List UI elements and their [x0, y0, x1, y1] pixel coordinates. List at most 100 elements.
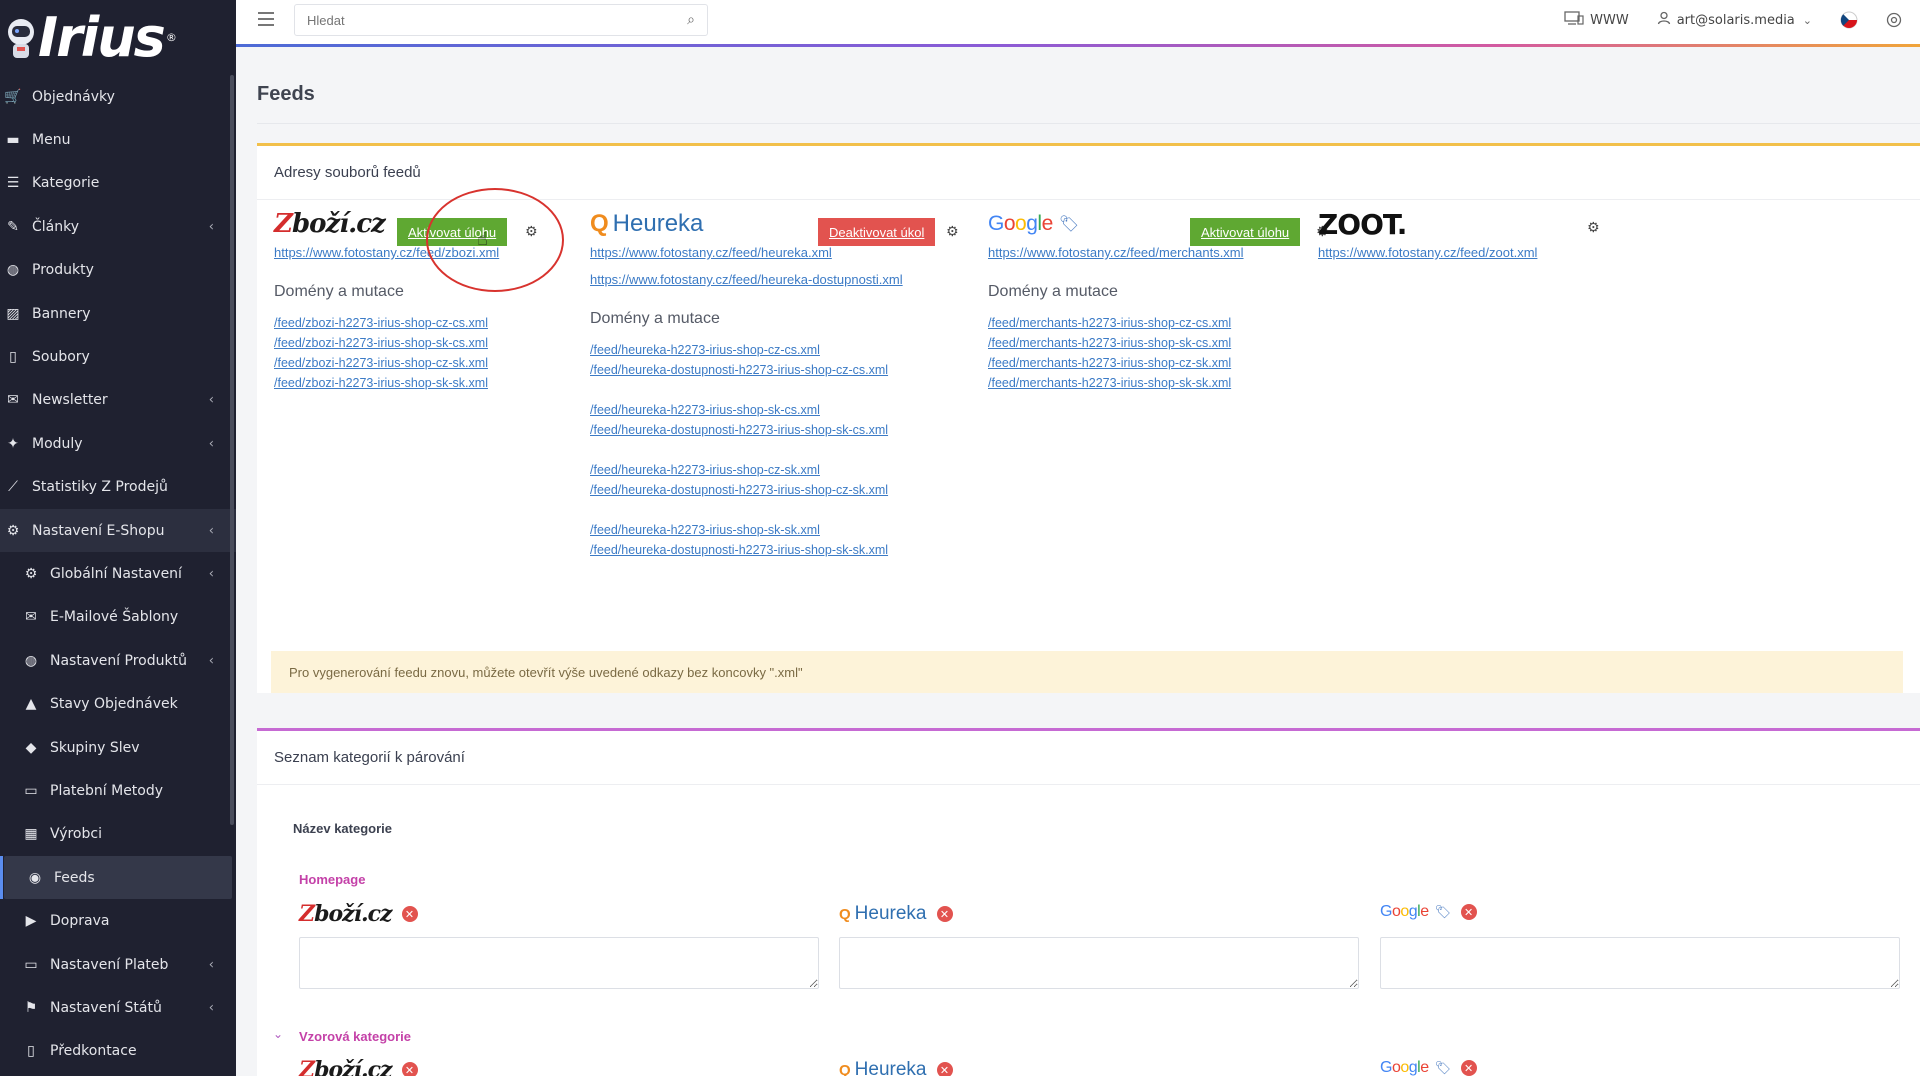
chevron-left-icon: ‹ [208, 566, 214, 582]
chevron-down-icon: ⌄ [1802, 13, 1812, 27]
mutation-feed-link[interactable]: /feed/heureka-h2273-irius-shop-sk-sk.xml [590, 520, 903, 540]
sidebar-item-objednavky[interactable]: 🛒 Objednávky [0, 75, 236, 118]
brand-logo[interactable]: Irius ® [0, 0, 236, 75]
sidebar-scrollbar[interactable] [230, 75, 234, 825]
sidebar-item-clanky[interactable]: ✎ Články ‹ [0, 205, 236, 248]
mutation-feed-link[interactable]: /feed/zbozi-h2273-irius-shop-cz-cs.xml [274, 313, 499, 333]
title-divider [257, 123, 1920, 124]
hamburger-menu-icon[interactable] [258, 12, 274, 26]
remove-zbozi-mapping-icon[interactable]: ✕ [401, 906, 418, 922]
sidebar-item-label: Globální Nastavení [50, 565, 182, 582]
sidebar-item-stavy-objednavek[interactable]: ▲ Stavy Objednávek [0, 682, 236, 725]
remove-google-mapping-icon[interactable]: ✕ [1460, 1060, 1477, 1076]
sidebar-item-e-mailove-sablony[interactable]: ✉ E-Mailové Šablony [0, 596, 236, 639]
google-domains-heading: Domény a mutace [988, 283, 1118, 300]
sidebar-item-nastaveni-plateb[interactable]: ▭ Nastavení Plateb ‹ [0, 943, 236, 986]
sidebar-item-feeds[interactable]: ◉ Feeds [0, 856, 232, 900]
mutation-feed-link[interactable]: /feed/heureka-dostupnosti-h2273-irius-sh… [590, 540, 903, 560]
logout-button[interactable] [1886, 12, 1902, 28]
sidebar-item-skupiny-slev[interactable]: ◆ Skupiny Slev [0, 726, 236, 769]
flag-icon: ⚑ [24, 999, 38, 1016]
mutation-feed-link[interactable]: /feed/heureka-h2273-irius-shop-sk-cs.xml [590, 400, 903, 420]
google-activate-button[interactable]: Aktivovat úlohu [1190, 218, 1301, 246]
heureka-deactivate-button[interactable]: Deaktivovat úkol [818, 218, 936, 246]
category-name-vzorova: Vzorová kategorie [299, 1029, 411, 1044]
remove-zbozi-mapping-icon[interactable]: ✕ [401, 1062, 418, 1076]
sidebar-item-predkontace[interactable]: ▯ Předkontace [0, 1030, 236, 1073]
logo-registered-mark: ® [165, 31, 177, 44]
heureka-availability-feed-url[interactable]: https://www.fotostany.cz/feed/heureka-do… [590, 269, 903, 290]
main-content: Feeds Adresy souborů feedů Zboží.cz http… [236, 47, 1920, 1076]
sidebar-item-kategorie[interactable]: ☰ Kategorie [0, 162, 236, 205]
mutation-feed-link[interactable]: /feed/heureka-h2273-irius-shop-cz-sk.xml [590, 460, 903, 480]
mutation-feed-link[interactable]: /feed/zbozi-h2273-irius-shop-sk-cs.xml [274, 333, 499, 353]
sidebar-item-label: Nastavení Plateb [50, 956, 169, 973]
sidebar-item-bannery[interactable]: ▨ Bannery [0, 292, 236, 335]
search-icon[interactable]: ⌕ [687, 12, 695, 28]
sidebar-item-label: Články [32, 218, 80, 235]
czech-flag-icon [1840, 11, 1858, 29]
www-link[interactable]: WWW [1564, 11, 1629, 29]
mutation-feed-link[interactable]: /feed/heureka-dostupnosti-h2273-irius-sh… [590, 480, 903, 500]
sidebar-item-vyrobci[interactable]: ▦ Výrobci [0, 813, 236, 856]
page-title: Feeds [257, 83, 315, 105]
chevron-left-icon: ‹ [208, 436, 214, 452]
sidebar-item-doprava[interactable]: ▶ Doprava [0, 899, 236, 942]
cogs-icon: ⚙ [6, 522, 20, 539]
sidebar-item-statistiky-z-prodeju[interactable]: ⟋ Statistiky Z Prodejů [0, 466, 236, 509]
power-icon [1886, 12, 1902, 28]
topbar-actions: WWW art@solaris.media ⌄ [1564, 0, 1920, 40]
sidebar-item-produkty[interactable]: ◍ Produkty [0, 249, 236, 292]
file-icon: ▯ [9, 349, 17, 366]
google-tag-icon: 🏷 [1434, 904, 1452, 919]
zoot-settings-gear-icon[interactable]: ⚙ [1587, 220, 1600, 236]
sidebar-item-soubory[interactable]: ▯ Soubory [0, 335, 236, 378]
topbar: ⌕ WWW art@solaris.media ⌄ [236, 0, 1920, 44]
folder-icon: ▬ [6, 132, 20, 149]
mutation-feed-link[interactable]: /feed/merchants-h2273-irius-shop-cz-sk.x… [988, 353, 1244, 373]
category-pairing-card: Seznam kategorií k párování Název katego… [257, 728, 1920, 1076]
mutation-feed-link[interactable]: /feed/merchants-h2273-irius-shop-sk-sk.x… [988, 373, 1244, 393]
zbozi-activate-button[interactable]: Aktivovat úlohu [397, 218, 508, 246]
search-box[interactable]: ⌕ [294, 4, 708, 36]
chevron-left-icon: ‹ [208, 1000, 214, 1016]
collapse-chevron-icon[interactable]: ⌄ [273, 1027, 283, 1041]
sidebar-item-menu[interactable]: ▬ Menu [0, 118, 236, 161]
remove-heureka-mapping-icon[interactable]: ✕ [936, 1062, 953, 1076]
zoot-logo: ZOOT. [1318, 207, 1407, 241]
remove-heureka-mapping-icon[interactable]: ✕ [936, 906, 953, 922]
zbozi-settings-gear-icon[interactable]: ⚙ [525, 224, 538, 240]
sidebar-item-nastaveni-e-shopu[interactable]: ⚙ Nastavení E-Shopu ‹ [0, 508, 236, 553]
zoot-feed-url[interactable]: https://www.fotostany.cz/feed/zoot.xml [1318, 242, 1537, 263]
heureka-settings-gear-icon[interactable]: ⚙ [946, 224, 959, 240]
sidebar-item-moduly[interactable]: ✦ Moduly ‹ [0, 422, 236, 465]
google-logo: Google 🏷 [1380, 903, 1452, 920]
sidebar-item-globalni-nastaveni[interactable]: ⚙ Globální Nastavení ‹ [0, 552, 236, 595]
sidebar-item-newsletter[interactable]: ✉ Newsletter ‹ [0, 379, 236, 422]
zoot-logo-row: ZOOT. [1318, 206, 1537, 242]
www-label: WWW [1590, 12, 1629, 28]
sidebar-item-label: Předkontace [50, 1043, 137, 1060]
sidebar-item-nastaveni-statu[interactable]: ⚑ Nastavení Států ‹ [0, 986, 236, 1029]
user-menu[interactable]: art@solaris.media ⌄ [1657, 11, 1812, 29]
mutation-feed-link[interactable]: /feed/merchants-h2273-irius-shop-sk-cs.x… [988, 333, 1244, 353]
sidebar-item-platebni-metody[interactable]: ▭ Platební Metody [0, 769, 236, 812]
mutation-feed-link[interactable]: /feed/heureka-dostupnosti-h2273-irius-sh… [590, 420, 903, 440]
sidebar-item-label: Nastavení E-Shopu [32, 522, 165, 539]
category-pairing-title: Seznam kategorií k párování [257, 731, 1920, 785]
search-input[interactable] [307, 12, 688, 28]
heureka-mark-icon: Q [590, 210, 609, 237]
remove-google-mapping-icon[interactable]: ✕ [1460, 904, 1477, 920]
heureka-link-group: /feed/heureka-h2273-irius-shop-sk-cs.xml… [590, 400, 903, 440]
mutation-feed-link[interactable]: /feed/zbozi-h2273-irius-shop-sk-sk.xml [274, 373, 499, 393]
homepage-google-input[interactable] [1380, 937, 1900, 989]
sidebar-item-nastaveni-produktu[interactable]: ◍ Nastavení Produktů ‹ [0, 639, 236, 682]
mutation-feed-link[interactable]: /feed/heureka-dostupnosti-h2273-irius-sh… [590, 360, 903, 380]
heureka-mark-icon: Q [839, 1061, 851, 1076]
language-flag[interactable] [1840, 11, 1858, 29]
homepage-zbozi-input[interactable] [299, 937, 819, 989]
mutation-feed-link[interactable]: /feed/heureka-h2273-irius-shop-cz-cs.xml [590, 340, 903, 360]
homepage-heureka-input[interactable] [839, 937, 1359, 989]
mutation-feed-link[interactable]: /feed/merchants-h2273-irius-shop-cz-cs.x… [988, 313, 1244, 333]
mutation-feed-link[interactable]: /feed/zbozi-h2273-irius-shop-cz-sk.xml [274, 353, 499, 373]
